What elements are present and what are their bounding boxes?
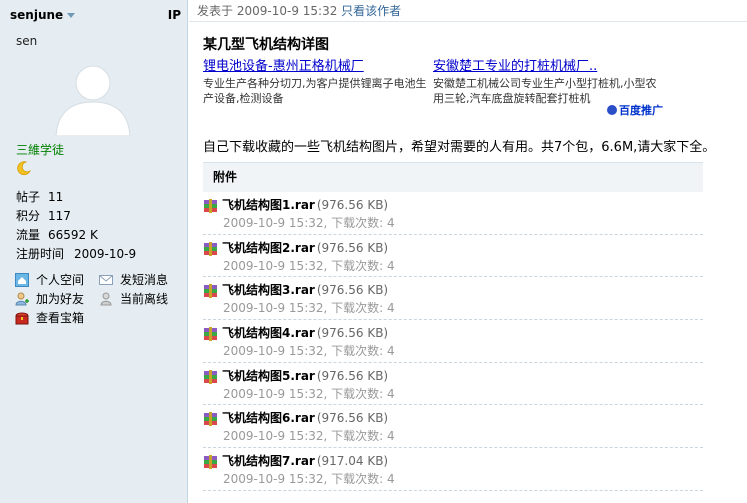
attachment-name[interactable]: 飞机结构图1.rar <box>222 198 315 212</box>
posted-time: 2009-10-9 15:32 <box>236 4 338 18</box>
attachment-name[interactable]: 飞机结构图5.rar <box>222 369 315 383</box>
default-avatar-icon <box>55 65 131 137</box>
attachment-name[interactable]: 飞机结构图3.rar <box>222 283 315 297</box>
attachment-size: (976.56 KB) <box>316 283 389 298</box>
personal-space-link[interactable]: 个人空间 <box>15 270 99 289</box>
attachment-info: 2009-10-9 15:32, 下载次数: 4 <box>223 386 395 401</box>
rar-file-icon <box>203 198 219 214</box>
moon-icon <box>0 158 187 180</box>
action-label[interactable]: 个人空间 <box>36 271 84 288</box>
action-label[interactable]: 加为好友 <box>36 290 84 307</box>
ad-item[interactable]: 锂电池设备-惠州正格机械厂 专业生产各种分切刀,为客户提供锂离子电池生产设备,检… <box>203 58 433 118</box>
ad-badge-label[interactable]: 百度推广 <box>619 102 663 118</box>
attachment-item: 飞机结构图5.rar (976.56 KB) 2009-10-9 15:32, 下… <box>203 363 703 406</box>
attachment-link[interactable]: 飞机结构图7.rar (917.04 KB) <box>222 452 388 469</box>
ad-title-link[interactable]: 锂电池设备-惠州正格机械厂 <box>203 58 427 76</box>
offline-user-icon <box>99 292 113 306</box>
attachment-item: 飞机结构图6.rar (976.56 KB) 2009-10-9 15:32, 下… <box>203 405 703 449</box>
ad-block: 锂电池设备-惠州正格机械厂 专业生产各种分切刀,为客户提供锂离子电池生产设备,检… <box>203 58 663 118</box>
attachment-size: (917.04 KB) <box>316 454 389 469</box>
add-friend-link[interactable]: 加为好友 <box>15 289 99 308</box>
attachment-size: (976.56 KB) <box>316 368 389 383</box>
stat-label: 积分 <box>16 209 41 223</box>
posted-prefix: 发表于 <box>197 4 234 18</box>
attachment-link[interactable]: 飞机结构图4.rar (976.56 KB) <box>222 324 388 341</box>
author-name[interactable]: senjune <box>10 4 63 26</box>
author-header: senjune IP <box>0 0 187 26</box>
stat-label: 流量 <box>16 228 41 242</box>
attachment-info: 2009-10-9 15:32, 下载次数: 4 <box>223 301 395 316</box>
attachment-info: 2009-10-9 15:32, 下载次数: 4 <box>223 258 395 273</box>
stat-value: 117 <box>48 209 71 223</box>
attachment-item: 飞机结构图2.rar (976.56 KB) 2009-10-9 15:32, 下… <box>203 235 703 278</box>
attachment-link[interactable]: 飞机结构图2.rar (976.56 KB) <box>222 239 388 256</box>
stat-label: 注册时间 <box>16 247 65 261</box>
rar-file-icon <box>203 241 219 257</box>
author-name-link[interactable]: senjune <box>10 4 76 26</box>
user-stats: 帖子 11 积分 117 流量 66592 K 注册时间 2009-10-9 <box>0 180 187 264</box>
post-meta: 发表于 2009-10-9 15:32 只看该作者 <box>189 0 747 22</box>
ip-label[interactable]: IP <box>168 4 181 26</box>
home-icon <box>15 272 29 287</box>
envelope-icon <box>99 273 113 287</box>
ad-title-link[interactable]: 安徽楚工专业的打桩机械厂.. <box>433 58 657 76</box>
attachment-link[interactable]: 飞机结构图5.rar (976.56 KB) <box>222 367 388 384</box>
post-content: 发表于 2009-10-9 15:32 只看该作者 某几型飞机结构详图 锂电池设… <box>189 0 747 503</box>
author-panel: senjune IP sen 三維学徒 帖子 11 积分 117 流量 6659… <box>0 0 188 503</box>
rar-file-icon <box>203 283 219 299</box>
attachment-info: 2009-10-9 15:32, 下载次数: 4 <box>223 216 395 230</box>
stat-value: 11 <box>48 190 64 204</box>
attachment-header: 附件 <box>203 162 703 192</box>
attachment-size: (976.56 KB) <box>316 326 389 341</box>
attachment-item: 飞机结构图1.rar (976.56 KB) 2009-10-9 15:32, 下… <box>203 192 703 235</box>
chevron-down-icon[interactable] <box>67 12 76 18</box>
rar-file-icon <box>203 369 219 385</box>
online-status: 当前离线 <box>99 289 183 308</box>
attachment-name[interactable]: 飞机结构图6.rar <box>222 411 315 425</box>
rar-file-icon <box>203 326 219 342</box>
action-label[interactable]: 查看宝箱 <box>36 309 84 326</box>
attachment-size: (976.56 KB) <box>316 240 389 255</box>
stat-label: 帖子 <box>16 190 41 204</box>
stat-posts: 帖子 11 <box>16 188 187 207</box>
attachment-info: 2009-10-9 15:32, 下载次数: 4 <box>223 472 395 487</box>
post-title: 某几型飞机结构详图 <box>203 37 329 53</box>
attachment-link[interactable]: 飞机结构图3.rar (976.56 KB) <box>222 281 388 298</box>
rar-file-icon <box>203 411 219 427</box>
add-friend-icon <box>15 292 29 306</box>
user-rank: 三維学徒 <box>16 143 65 157</box>
stat-register-date: 注册时间 2009-10-9 <box>16 245 187 264</box>
send-message-link[interactable]: 发短消息 <box>99 270 183 289</box>
view-treasure-box-link[interactable]: 查看宝箱 <box>15 308 99 327</box>
attachment-name[interactable]: 飞机结构图7.rar <box>222 454 315 468</box>
avatar[interactable] <box>48 56 138 137</box>
attachment-link[interactable]: 飞机结构图6.rar (976.56 KB) <box>222 409 388 426</box>
attachment-info: 2009-10-9 15:32, 下载次数: 4 <box>223 344 395 359</box>
attachment-link[interactable]: 飞机结构图1.rar (976.56 KB) <box>222 196 388 213</box>
author-nickname: sen <box>16 34 38 48</box>
attachment-size: (976.56 KB) <box>316 198 389 212</box>
attachment-name[interactable]: 飞机结构图2.rar <box>222 241 315 255</box>
attachment-info: 2009-10-9 15:32, 下载次数: 4 <box>223 429 395 444</box>
stat-points: 积分 117 <box>16 207 187 226</box>
ad-badge[interactable]: 百度推广 <box>607 102 663 118</box>
attachment-size: (976.56 KB) <box>316 411 389 426</box>
action-label: 当前离线 <box>120 292 169 306</box>
attachment-list: 附件 飞机结构图1.rar (976.56 KB) 2009-10-9 15:32… <box>203 162 703 491</box>
rar-file-icon <box>203 454 219 470</box>
action-label[interactable]: 发短消息 <box>120 271 168 288</box>
attachment-item: 飞机结构图3.rar (976.56 KB) 2009-10-9 15:32, 下… <box>203 277 703 321</box>
post-body: 自己下载收藏的一些飞机结构图片，希望对需要的人有用。共7个包，6.6M,请大家下… <box>203 140 716 155</box>
paw-icon <box>607 105 617 115</box>
author-only-link[interactable]: 只看该作者 <box>341 4 401 18</box>
attachment-name[interactable]: 飞机结构图4.rar <box>222 326 315 340</box>
stat-traffic: 流量 66592 K <box>16 226 187 245</box>
ad-description: 专业生产各种分切刀,为客户提供锂离子电池生产设备,检测设备 <box>203 77 427 105</box>
attachment-item: 飞机结构图4.rar (976.56 KB) 2009-10-9 15:32, 下… <box>203 320 703 363</box>
stat-value: 66592 K <box>48 228 98 242</box>
treasure-box-icon <box>15 311 29 325</box>
stat-value: 2009-10-9 <box>74 247 137 261</box>
user-actions: 个人空间 发短消息 加为好友 当前离线 查看宝箱 <box>0 264 187 327</box>
attachment-item: 飞机结构图7.rar (917.04 KB) 2009-10-9 15:32, 下… <box>203 448 703 491</box>
